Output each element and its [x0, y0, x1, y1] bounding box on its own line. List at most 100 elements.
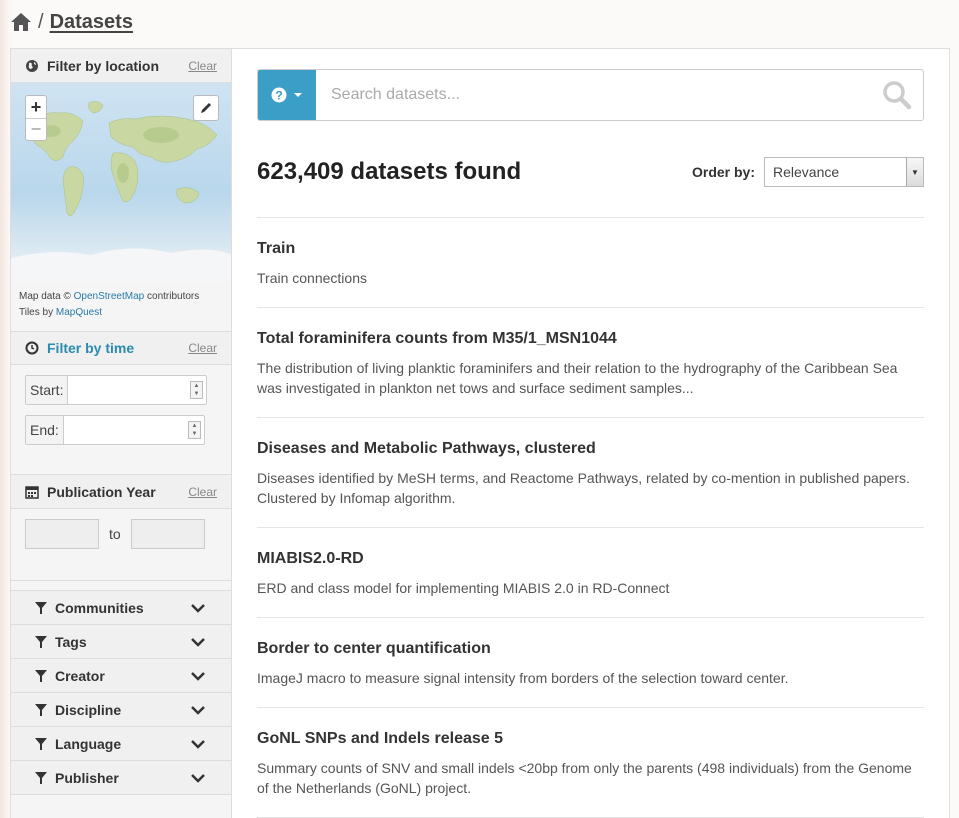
chevron-down-icon: [191, 773, 205, 783]
list-item: MIABIS2.0-RD ERD and class model for imp…: [257, 528, 924, 618]
mapquest-link[interactable]: MapQuest: [56, 307, 102, 318]
end-date-field: End: ▲ ▼: [25, 415, 205, 445]
order-by-select[interactable]: Relevance ▼: [764, 157, 924, 187]
time-clear-link[interactable]: Clear: [188, 341, 217, 355]
result-description: ERD and class model for implementing MIA…: [257, 580, 670, 596]
result-description: ImageJ macro to measure signal intensity…: [257, 670, 789, 686]
end-date-stepper[interactable]: ▲ ▼: [188, 421, 201, 439]
home-icon[interactable]: [10, 12, 32, 32]
filter-icon: [35, 771, 47, 784]
attribution-prefix: Map data ©: [19, 291, 71, 302]
list-item: Diseases and Metabolic Pathways, cluster…: [257, 418, 924, 528]
year-filter-title: Publication Year: [47, 483, 156, 500]
facet-tags[interactable]: Tags: [11, 625, 231, 659]
map-zoom-control: + −: [25, 95, 47, 141]
filter-icon: [35, 635, 47, 648]
facet-label: Creator: [55, 667, 105, 684]
result-title[interactable]: GoNL SNPs and Indels release 5: [257, 729, 924, 749]
search-input[interactable]: [316, 70, 871, 120]
location-clear-link[interactable]: Clear: [188, 59, 217, 73]
list-item: Train Train connections: [257, 218, 924, 308]
calendar-icon: [25, 485, 39, 499]
filter-icon: [35, 737, 47, 750]
result-description: Diseases identified by MeSH terms, and R…: [257, 470, 910, 506]
map-attribution: Map data © OpenStreetMap contributors Ti…: [11, 283, 231, 331]
start-date-field: Start: ▲ ▼: [25, 375, 207, 405]
order-by-value: Relevance: [773, 164, 840, 180]
results-list: Train Train connections Total foraminife…: [257, 217, 924, 818]
facet-discipline[interactable]: Discipline: [11, 693, 231, 727]
search-bar: ?: [257, 69, 924, 121]
result-description: Train connections: [257, 270, 367, 286]
zoom-out-button[interactable]: −: [26, 118, 46, 140]
caret-down-icon: [294, 93, 302, 97]
filter-icon: [35, 669, 47, 682]
result-title[interactable]: Train: [257, 239, 924, 259]
svg-text:?: ?: [275, 89, 282, 103]
results-count: 623,409 datasets found: [257, 158, 522, 185]
facet-label: Tags: [55, 633, 87, 650]
start-date-input[interactable]: ▲ ▼: [68, 376, 206, 404]
facet-creator[interactable]: Creator: [11, 659, 231, 693]
content-panel: Filter by location Clear + − Map data © …: [10, 48, 950, 818]
result-description: The distribution of living planktic fora…: [257, 360, 898, 396]
chevron-down-icon: [191, 739, 205, 749]
globe-icon: [26, 59, 38, 72]
tiles-prefix: Tiles by: [19, 307, 54, 318]
draw-button[interactable]: [193, 95, 219, 121]
search-help-dropdown[interactable]: ?: [258, 70, 316, 120]
chevron-down-icon: [191, 671, 205, 681]
year-filter-body: to: [11, 509, 231, 581]
results-main: ? 623,409 datasets found Order by: Relev…: [257, 69, 924, 818]
result-title[interactable]: MIABIS2.0-RD: [257, 549, 924, 569]
result-title[interactable]: Total foraminifera counts from M35/1_MSN…: [257, 329, 924, 349]
list-item: GoNL SNPs and Indels release 5 Summary c…: [257, 708, 924, 818]
facet-spacer: [11, 581, 231, 591]
dropdown-arrow-icon: ▼: [906, 158, 923, 186]
results-header: 623,409 datasets found Order by: Relevan…: [257, 151, 924, 193]
filter-icon: [35, 601, 47, 614]
year-filter-header: Publication Year Clear: [11, 475, 231, 509]
start-date-stepper[interactable]: ▲ ▼: [190, 381, 203, 399]
chevron-down-icon: [191, 637, 205, 647]
chevron-down-icon: [191, 603, 205, 613]
breadcrumb-separator: /: [38, 10, 44, 33]
year-clear-link[interactable]: Clear: [188, 485, 217, 499]
clock-icon: [25, 341, 39, 355]
start-label: Start:: [26, 376, 69, 404]
time-filter-title: Filter by time: [47, 340, 135, 356]
facet-label: Communities: [55, 599, 144, 616]
list-item: Border to center quantification ImageJ m…: [257, 618, 924, 708]
location-filter-title: Filter by location: [47, 57, 160, 74]
openstreetmap-link[interactable]: OpenStreetMap: [74, 291, 145, 302]
result-description: Summary counts of SNV and small indels <…: [257, 760, 912, 796]
facet-communities[interactable]: Communities: [11, 591, 231, 625]
attribution-suffix: contributors: [147, 291, 200, 302]
location-filter-header: Filter by location Clear: [11, 49, 231, 83]
zoom-in-button[interactable]: +: [26, 96, 46, 118]
end-date-input[interactable]: ▲ ▼: [64, 416, 204, 444]
facet-language[interactable]: Language: [11, 727, 231, 761]
facet-label: Discipline: [55, 701, 122, 718]
facet-label: Language: [55, 735, 122, 752]
pencil-icon: [201, 103, 211, 113]
time-filter-body: Start: ▲ ▼ End: ▲ ▼: [11, 365, 231, 475]
list-item: Total foraminifera counts from M35/1_MSN…: [257, 308, 924, 418]
page-title[interactable]: Datasets: [50, 11, 133, 34]
year-from-input[interactable]: [25, 519, 99, 549]
facet-label: Publisher: [55, 769, 119, 786]
year-to-label: to: [109, 526, 121, 542]
facet-publisher[interactable]: Publisher: [11, 761, 231, 795]
filter-icon: [35, 703, 47, 716]
filter-sidebar: Filter by location Clear + − Map data © …: [11, 49, 232, 818]
time-filter-header: Filter by time Clear: [11, 331, 231, 365]
chevron-down-icon: [191, 705, 205, 715]
year-to-input[interactable]: [130, 519, 205, 549]
breadcrumb: / Datasets: [0, 0, 959, 44]
search-submit-button[interactable]: [871, 70, 923, 120]
search-icon: [883, 81, 912, 110]
location-map[interactable]: + −: [11, 83, 231, 283]
result-title[interactable]: Diseases and Metabolic Pathways, cluster…: [257, 439, 924, 459]
result-title[interactable]: Border to center quantification: [257, 639, 924, 659]
end-label: End:: [26, 416, 64, 444]
